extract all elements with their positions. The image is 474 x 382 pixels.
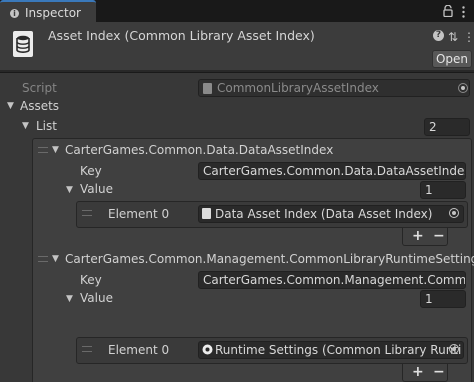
element-value: Data Asset Index (Data Asset Index)	[215, 207, 433, 221]
lock-icon[interactable]	[443, 5, 453, 17]
list-size-field[interactable]: 2	[424, 118, 470, 136]
asset-icon	[13, 31, 33, 57]
open-button[interactable]: Open	[432, 50, 472, 68]
script-field: CommonLibraryAssetIndex	[198, 79, 470, 97]
script-label: Script	[22, 81, 57, 95]
info-icon: i	[10, 9, 19, 18]
drag-handle-icon[interactable]	[38, 256, 48, 262]
tab-menu-icon[interactable]	[462, 6, 465, 18]
script-value: CommonLibraryAssetIndex	[217, 81, 379, 95]
object-picker-icon[interactable]	[458, 83, 468, 93]
key-field[interactable]: CarterGames.Common.Data.DataAssetIndex	[198, 162, 466, 180]
value-size-field[interactable]: 1	[420, 181, 466, 199]
help-icon[interactable]: ?	[433, 30, 444, 41]
object-field[interactable]: Runtime Settings (Common Library Runti	[198, 341, 464, 359]
object-field[interactable]: Data Asset Index (Data Asset Index)	[198, 205, 464, 223]
script-file-icon	[203, 83, 212, 94]
presets-icon[interactable]: ⇅	[448, 30, 458, 44]
tab-inspector[interactable]: i Inspector	[0, 0, 96, 24]
value-size-field[interactable]: 1	[420, 290, 466, 308]
entry-title: CarterGames.Common.Management.CommonLibr…	[65, 252, 474, 266]
key-field[interactable]: CarterGames.Common.Management.CommonL	[198, 271, 466, 289]
add-button[interactable]: +	[412, 228, 424, 244]
tab-label: Inspector	[25, 6, 81, 20]
entry-title: CarterGames.Common.Data.DataAssetIndex	[65, 143, 334, 157]
entry-foldout-arrow[interactable]: ▼	[52, 145, 59, 155]
remove-button[interactable]: −	[433, 364, 445, 380]
object-picker-icon[interactable]	[449, 208, 459, 218]
list-label: List	[36, 119, 57, 133]
settings-asset-icon	[202, 344, 213, 355]
element-label: Element 0	[108, 207, 170, 221]
add-button[interactable]: +	[412, 364, 424, 380]
add-remove-bar: + −	[402, 364, 448, 382]
assets-foldout-arrow[interactable]: ▼	[7, 101, 14, 111]
drag-handle-icon[interactable]	[82, 210, 92, 216]
header-menu-icon[interactable]: ⋮	[463, 30, 474, 44]
object-picker-icon[interactable]	[449, 344, 459, 354]
drag-handle-icon[interactable]	[38, 147, 48, 153]
asset-file-icon	[202, 208, 211, 219]
asset-title: Asset Index (Common Library Asset Index)	[48, 28, 315, 43]
remove-button[interactable]: −	[433, 228, 445, 244]
list-foldout-arrow[interactable]: ▼	[22, 121, 29, 131]
value-foldout-arrow[interactable]: ▼	[66, 185, 73, 195]
key-label: Key	[80, 273, 102, 287]
element-label: Element 0	[108, 343, 170, 357]
element-value: Runtime Settings (Common Library Runti	[215, 343, 462, 357]
entry-foldout-arrow[interactable]: ▼	[52, 254, 59, 264]
value-label: Value	[80, 291, 113, 305]
add-remove-bar: + −	[402, 228, 448, 246]
assets-label: Assets	[20, 99, 60, 113]
value-foldout-arrow[interactable]: ▼	[66, 294, 73, 304]
drag-handle-icon[interactable]	[82, 346, 92, 352]
key-label: Key	[80, 164, 102, 178]
value-label: Value	[80, 182, 113, 196]
